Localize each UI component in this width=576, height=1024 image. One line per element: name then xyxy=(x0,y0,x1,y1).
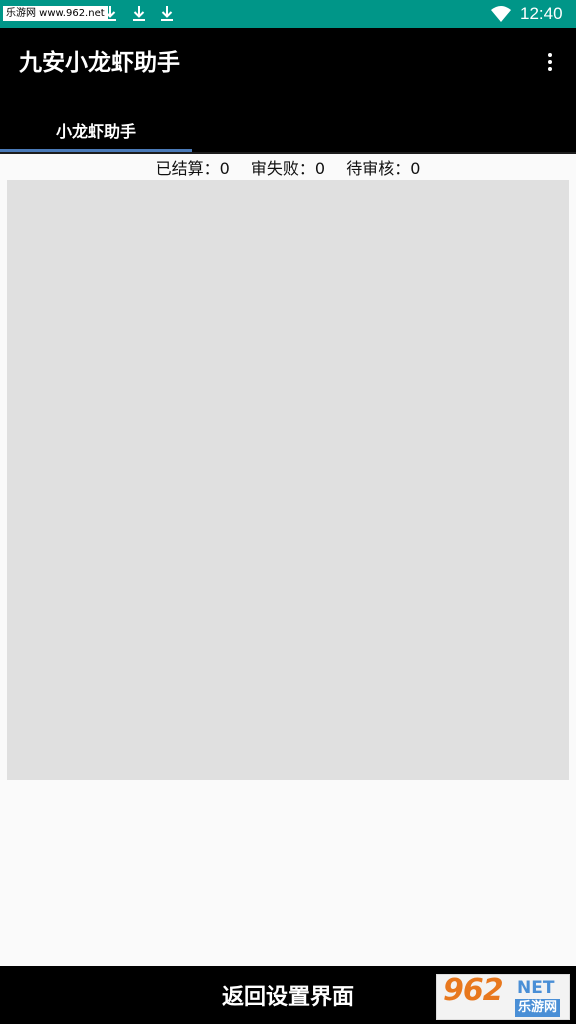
back-to-settings-button[interactable]: 返回设置界面 xyxy=(150,966,426,1024)
watermark-text: 乐游网 www.962.net xyxy=(3,6,108,21)
wifi-icon xyxy=(491,6,511,22)
watermark-logo-number: 962 xyxy=(443,973,504,1008)
stat-pending-value: 0 xyxy=(410,159,421,178)
divider xyxy=(0,152,576,154)
status-clock: 12:40 xyxy=(520,4,563,23)
more-vert-icon[interactable] xyxy=(538,48,562,76)
app-title: 九安小龙虾助手 xyxy=(19,50,180,76)
stat-pending: 待审核：0 xyxy=(346,159,420,178)
stat-failed-label: 审失败： xyxy=(250,159,315,178)
app-bar: 九安小龙虾助手 小龙虾助手 xyxy=(0,28,576,152)
stat-pending-label: 待审核： xyxy=(346,159,411,178)
tab-crayfish-assistant[interactable]: 小龙虾助手 xyxy=(0,108,192,152)
stat-failed: 审失败：0 xyxy=(251,159,325,178)
watermark-logo: 962 NET 乐游网 xyxy=(436,974,570,1020)
watermark-logo-name: 乐游网 xyxy=(515,999,561,1017)
download-icon xyxy=(133,6,145,21)
content-panel xyxy=(7,180,569,780)
tab-label: 小龙虾助手 xyxy=(55,122,136,141)
stat-settled: 已结算：0 xyxy=(156,159,230,178)
download-icon xyxy=(104,6,116,21)
stat-settled-value: 0 xyxy=(219,159,230,178)
stats-summary: 已结算：0 审失败：0 待审核：0 xyxy=(0,158,576,180)
status-bar: 乐游网 www.962.net 12:40 xyxy=(0,0,576,28)
download-icon xyxy=(161,6,173,21)
stat-settled-label: 已结算： xyxy=(155,159,220,178)
watermark-logo-net: NET xyxy=(517,978,555,998)
stat-failed-value: 0 xyxy=(314,159,326,178)
